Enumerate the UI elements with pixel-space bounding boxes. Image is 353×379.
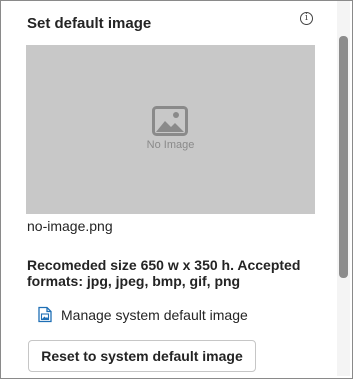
panel-title: Set default image: [27, 15, 152, 32]
image-filename: no-image.png: [27, 218, 113, 234]
image-icon: [152, 106, 188, 136]
manage-default-image-link[interactable]: Manage system default image: [37, 306, 248, 323]
size-recommendation: Recomeded size 650 w x 350 h. Accepted f…: [27, 257, 301, 289]
manage-link-label: Manage system default image: [61, 306, 248, 323]
reset-default-image-button[interactable]: Reset to system default image: [28, 340, 256, 372]
default-image-panel: Set default image i No Image no-image.pn…: [1, 1, 337, 376]
scrollbar-thumb[interactable]: [339, 36, 348, 278]
image-edit-icon: [38, 306, 52, 323]
no-image-label: No Image: [146, 139, 195, 151]
info-icon[interactable]: i: [300, 12, 313, 25]
image-preview: No Image: [26, 45, 315, 214]
